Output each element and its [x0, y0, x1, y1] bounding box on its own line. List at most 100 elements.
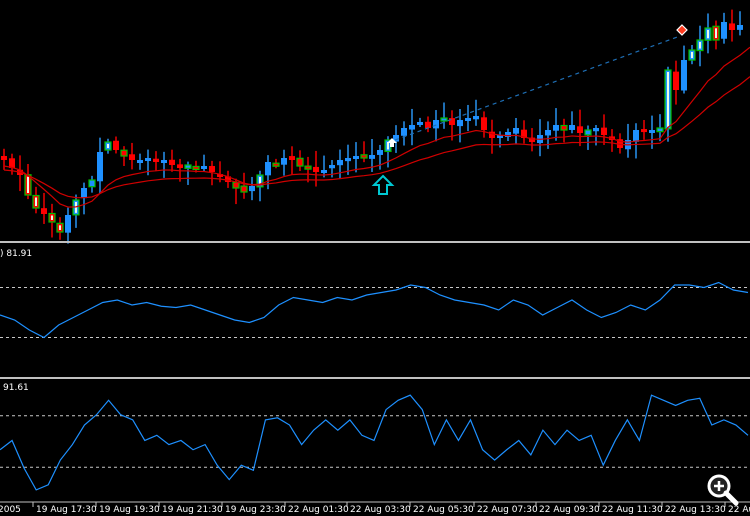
- time-axis-label: 22 Aug 09:30: [539, 505, 600, 515]
- candle-body: [145, 158, 151, 161]
- candle: [704, 13, 712, 54]
- candle: [41, 192, 47, 224]
- candle-highlight: [691, 52, 693, 59]
- diamond-marker-icon: [676, 24, 688, 36]
- candle-body: [409, 125, 415, 130]
- candle-body: [473, 116, 479, 120]
- candle-body: [465, 118, 471, 121]
- candle-body: [272, 162, 280, 167]
- main-price-pane: [1, 9, 750, 244]
- candle-body: [1, 156, 7, 160]
- indicator-line: [0, 281, 749, 339]
- candle: [81, 182, 87, 215]
- candle: [88, 175, 96, 193]
- candle-body: [737, 25, 743, 30]
- time-axis-label: 22 Aug 03:30: [350, 505, 411, 515]
- time-axis-label: 2005: [0, 505, 21, 515]
- indicator1-value-label: ) 81.91: [0, 249, 33, 259]
- candle: [281, 149, 287, 176]
- chart-canvas[interactable]: [0, 0, 750, 516]
- time-axis-label: 19 Aug 21:30: [162, 505, 223, 515]
- candle: [321, 155, 327, 178]
- candle: [97, 137, 103, 194]
- time-axis-label: 19 Aug 17:30: [36, 505, 97, 515]
- candle-body: [192, 165, 200, 171]
- candle: [440, 102, 448, 129]
- candle: [401, 121, 407, 146]
- candle: [712, 20, 720, 50]
- candle-body: [481, 117, 487, 130]
- candle: [577, 109, 583, 147]
- candle: [513, 118, 519, 144]
- indicator1-pane: [0, 281, 750, 339]
- candle: [249, 176, 255, 201]
- candle: [360, 141, 368, 163]
- candle-highlight: [707, 30, 709, 39]
- candle-body: [113, 140, 119, 150]
- candle: [169, 149, 175, 172]
- time-axis-label: 22 Aug 01:30: [288, 505, 349, 515]
- candle-body: [449, 118, 455, 125]
- candle: [296, 150, 304, 172]
- indicator2-pane: [0, 394, 750, 491]
- candle: [48, 203, 56, 238]
- candle-body: [360, 154, 368, 159]
- candle: [161, 151, 167, 178]
- candle: [656, 114, 664, 142]
- candle: [625, 123, 631, 158]
- candle-body: [97, 152, 103, 182]
- candle: [465, 104, 471, 132]
- buy-arrow-icon: [371, 174, 395, 195]
- candle-body: [65, 215, 71, 233]
- candle: [65, 207, 71, 244]
- candle-body: [345, 158, 351, 162]
- candle: [104, 138, 112, 154]
- candle: [32, 186, 40, 214]
- candle-body: [296, 157, 304, 167]
- candle: [184, 161, 192, 185]
- candle: [56, 217, 64, 240]
- candle-body: [401, 128, 407, 136]
- candle-highlight: [387, 142, 389, 150]
- candle: [737, 11, 743, 36]
- candle-body: [304, 165, 312, 170]
- candle-body: [313, 166, 319, 172]
- candle: [240, 172, 248, 199]
- candle: [489, 119, 495, 154]
- candle-body: [425, 121, 431, 128]
- candle-body: [673, 71, 679, 90]
- magnifier-plus-icon[interactable]: [706, 473, 740, 507]
- candle-highlight: [699, 42, 701, 49]
- candle-body: [177, 164, 183, 168]
- time-axis-label: 22 Aug 07:30: [477, 505, 538, 515]
- candle-body: [120, 149, 128, 157]
- candle-body: [201, 166, 207, 169]
- candle: [729, 9, 735, 42]
- candle: [641, 120, 647, 140]
- candle: [353, 142, 359, 173]
- candle-body: [81, 188, 87, 199]
- candle: [24, 164, 32, 200]
- candle-body: [440, 117, 448, 122]
- candle: [584, 125, 592, 150]
- candle: [553, 108, 559, 141]
- candle-body: [569, 125, 575, 130]
- candle-body: [545, 130, 551, 136]
- candle: [673, 60, 679, 105]
- candle-body: [681, 60, 687, 91]
- candle-highlight: [51, 215, 53, 220]
- time-axis-label: 22 Aug 11:30: [602, 505, 663, 515]
- candle: [304, 156, 312, 183]
- candle-body: [729, 23, 735, 30]
- candle-body: [129, 154, 135, 160]
- candle-body: [153, 158, 159, 162]
- candle-body: [369, 155, 375, 159]
- candle: [289, 146, 295, 175]
- trend-line[interactable]: [394, 35, 681, 141]
- candle-highlight: [35, 197, 37, 206]
- candle: [481, 111, 487, 138]
- candle-body: [377, 150, 383, 155]
- candle-body: [601, 127, 607, 135]
- candle-body: [457, 120, 463, 127]
- candle-body: [721, 22, 727, 39]
